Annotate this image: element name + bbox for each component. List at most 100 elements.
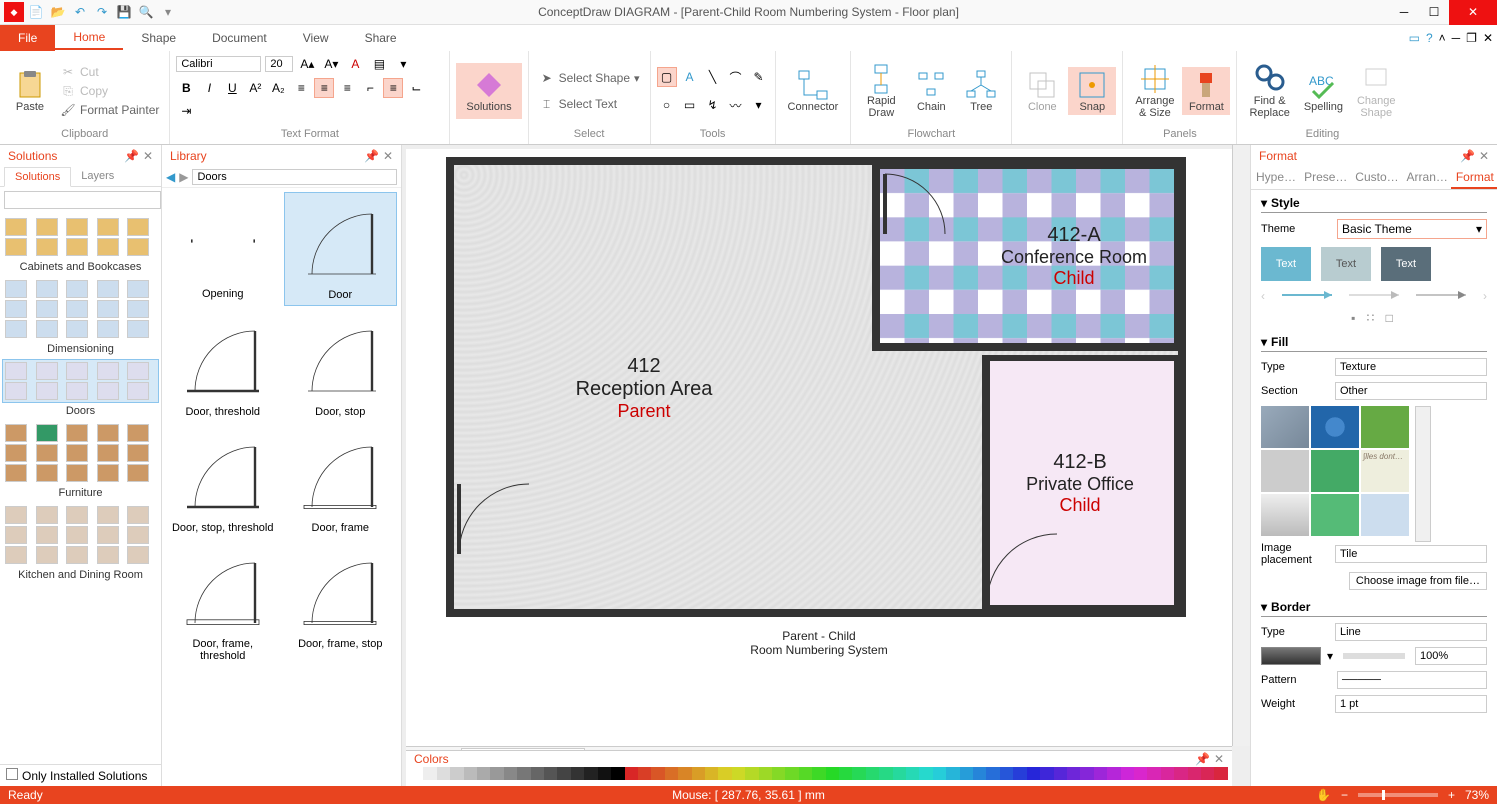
color-swatch[interactable] xyxy=(1161,767,1174,780)
hand-tool-icon[interactable]: ✋ xyxy=(1316,788,1331,802)
pin-icon[interactable]: 📌 xyxy=(364,149,379,163)
format-button[interactable]: Format xyxy=(1182,67,1230,115)
align-middle-icon[interactable]: ≡ xyxy=(383,78,403,98)
format-tab-custom[interactable]: Custo… xyxy=(1350,167,1401,189)
library-item[interactable]: Door, frame, stop xyxy=(284,542,398,666)
solution-category-doors[interactable]: Doors xyxy=(2,359,159,417)
theme-text-3[interactable]: Text xyxy=(1381,247,1431,281)
italic-icon[interactable]: I xyxy=(199,78,219,98)
copy-button[interactable]: ⎘Copy xyxy=(56,82,163,100)
color-swatch[interactable] xyxy=(557,767,570,780)
theme-text-2[interactable]: Text xyxy=(1321,247,1371,281)
next-theme-icon[interactable]: › xyxy=(1483,289,1487,303)
save-icon[interactable]: 💾 xyxy=(114,2,134,22)
layers-tab[interactable]: Layers xyxy=(71,167,124,186)
format-tab-presentation[interactable]: Prese… xyxy=(1299,167,1350,189)
pin-icon[interactable]: 📌 xyxy=(1195,752,1210,766)
color-swatch[interactable] xyxy=(490,767,503,780)
color-swatch[interactable] xyxy=(1147,767,1160,780)
shrink-font-icon[interactable]: A▾ xyxy=(321,54,341,74)
undo-icon[interactable]: ↶ xyxy=(70,2,90,22)
color-swatch[interactable] xyxy=(638,767,651,780)
share-tab[interactable]: Share xyxy=(347,27,415,49)
view-tab[interactable]: View xyxy=(285,27,347,49)
color-swatch[interactable] xyxy=(584,767,597,780)
library-item-opening[interactable]: Opening xyxy=(166,192,280,306)
home-tab[interactable]: Home xyxy=(55,26,123,50)
library-item[interactable]: Door, threshold xyxy=(166,310,280,422)
snap-button[interactable]: Snap xyxy=(1068,67,1116,115)
color-swatch[interactable] xyxy=(933,767,946,780)
superscript-icon[interactable]: A² xyxy=(245,78,265,98)
color-swatch[interactable] xyxy=(437,767,450,780)
highlight-icon[interactable]: ▤ xyxy=(369,54,389,74)
spline-tool-icon[interactable]: 〰 xyxy=(726,95,746,115)
font-family-select[interactable] xyxy=(176,56,261,72)
prev-theme-icon[interactable]: ‹ xyxy=(1261,289,1265,303)
align-right-icon[interactable]: ≡ xyxy=(337,78,357,98)
color-swatch[interactable] xyxy=(759,767,772,780)
connector-tool-icon[interactable]: ↯ xyxy=(703,95,723,115)
align-left-icon[interactable]: ≡ xyxy=(291,78,311,98)
solutions-tab[interactable]: Solutions xyxy=(4,167,71,187)
color-swatch[interactable] xyxy=(919,767,932,780)
ellipse-tool-icon[interactable]: ○ xyxy=(657,95,677,115)
drawing-canvas[interactable]: 412 Reception Area Parent xyxy=(406,149,1232,746)
color-swatch[interactable] xyxy=(1214,767,1227,780)
collapse-icon[interactable]: ▾ xyxy=(1261,600,1267,614)
window-icon[interactable]: ▭ xyxy=(1409,31,1420,45)
color-swatch[interactable] xyxy=(1027,767,1040,780)
color-swatch[interactable] xyxy=(1094,767,1107,780)
document-tab[interactable]: Document xyxy=(194,27,285,49)
border-weight-input[interactable] xyxy=(1335,695,1487,713)
open-icon[interactable]: 📂 xyxy=(48,2,68,22)
color-swatch[interactable] xyxy=(893,767,906,780)
tree-button[interactable]: Tree xyxy=(957,67,1005,115)
close-button[interactable]: ✕ xyxy=(1449,0,1497,25)
color-swatch[interactable] xyxy=(1067,767,1080,780)
color-swatch[interactable] xyxy=(1000,767,1013,780)
color-swatch[interactable] xyxy=(732,767,745,780)
grow-font-icon[interactable]: A▴ xyxy=(297,54,317,74)
arc-tool-icon[interactable]: ⌒ xyxy=(726,67,746,87)
color-swatch[interactable] xyxy=(423,767,436,780)
cut-button[interactable]: ✂Cut xyxy=(56,63,163,81)
color-swatch[interactable] xyxy=(410,767,423,780)
color-swatch[interactable] xyxy=(665,767,678,780)
color-swatch[interactable] xyxy=(1174,767,1187,780)
sub-restore-icon[interactable]: ❐ xyxy=(1466,31,1477,45)
color-swatch[interactable] xyxy=(477,767,490,780)
color-swatch[interactable] xyxy=(1080,767,1093,780)
color-swatch[interactable] xyxy=(450,767,463,780)
pin-icon[interactable]: 📌 xyxy=(1460,149,1475,163)
zoom-in-icon[interactable]: + xyxy=(1448,788,1455,802)
vertical-scrollbar[interactable] xyxy=(1232,145,1250,746)
color-swatch[interactable] xyxy=(718,767,731,780)
sub-close-icon[interactable]: ✕ xyxy=(1483,31,1493,45)
border-type-select[interactable] xyxy=(1335,623,1487,641)
solutions-search-input[interactable] xyxy=(4,191,161,209)
font-color-icon[interactable]: A xyxy=(345,54,365,74)
solution-category[interactable]: Dimensioning xyxy=(2,277,159,355)
select-shape-button[interactable]: ➤Select Shape ▾ xyxy=(535,69,644,87)
sub-minimize-icon[interactable]: ─ xyxy=(1452,31,1461,45)
texture-scrollbar[interactable] xyxy=(1415,406,1431,542)
paste-button[interactable]: Paste xyxy=(6,67,54,115)
help-icon[interactable]: ? xyxy=(1426,31,1433,45)
underline-icon[interactable]: U xyxy=(222,78,242,98)
rect-tool-icon[interactable]: ▢ xyxy=(657,67,677,87)
textbox-tool-icon[interactable]: ▭ xyxy=(680,95,700,115)
color-swatch[interactable] xyxy=(906,767,919,780)
color-swatch[interactable] xyxy=(1121,767,1134,780)
new-doc-icon[interactable]: 📄 xyxy=(26,2,46,22)
color-swatch[interactable] xyxy=(692,767,705,780)
color-swatch[interactable] xyxy=(1013,767,1026,780)
color-swatch[interactable] xyxy=(1054,767,1067,780)
library-item[interactable]: Door, frame, threshold xyxy=(166,542,280,666)
theme-text-1[interactable]: Text xyxy=(1261,247,1311,281)
chain-button[interactable]: Chain xyxy=(907,67,955,115)
indent-icon[interactable]: ⇥ xyxy=(176,101,196,121)
color-swatch[interactable] xyxy=(598,767,611,780)
solution-category[interactable]: Furniture xyxy=(2,421,159,499)
arrange-size-button[interactable]: Arrange & Size xyxy=(1129,61,1180,121)
